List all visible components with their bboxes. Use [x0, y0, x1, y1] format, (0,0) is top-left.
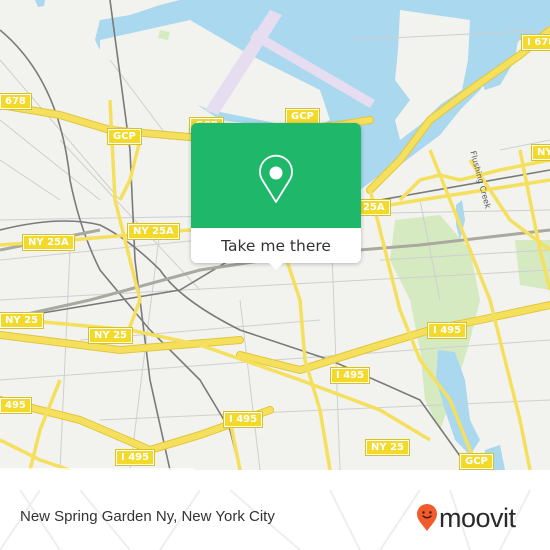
map-view[interactable]: I 678 678 GCP GCP GCP NY NY 25A NY 25A 2… [0, 0, 550, 470]
shield-i678-east: I 678 [520, 34, 550, 51]
brand-name: moovit [439, 502, 516, 533]
shield-i678-west: 678 [0, 93, 32, 110]
shield-25a-east: 25A [357, 199, 391, 216]
take-me-there-button[interactable]: Take me there [191, 228, 361, 263]
place-name: New Spring Garden Ny, New York City [20, 508, 275, 525]
location-pin-icon [259, 154, 293, 203]
shield-i495-center: I 495 [329, 367, 371, 384]
shield-ny25-center: NY 25 [87, 327, 134, 344]
destination-popup: Take me there [191, 123, 361, 270]
shield-ny25a-west: NY 25A [22, 234, 75, 251]
shield-gcp-southeast: GCP [459, 453, 494, 470]
shield-gcp-west: GCP [107, 128, 142, 145]
shield-i495-southwest: I 495 [222, 411, 264, 428]
shield-gcp-center: GCP [285, 108, 320, 125]
shield-i495-east: I 495 [426, 322, 468, 339]
popup-pointer [267, 261, 285, 270]
arterial-ns-8 [228, 419, 242, 470]
moovit-smiley-pin-icon [417, 504, 437, 531]
water-upper-left [35, 0, 45, 7]
moovit-logo[interactable]: moovit [416, 504, 516, 532]
shield-ny25a-center: NY 25A [127, 223, 180, 240]
popup-header [191, 123, 361, 228]
shield-495-west: 495 [0, 397, 32, 414]
map-attribution[interactable]: © OpenStreetMap contributors [0, 468, 195, 470]
arterial-ns-3 [278, 239, 332, 470]
shield-ny-east: NY [531, 144, 550, 161]
shield-i495-south: I 495 [114, 449, 156, 466]
footer-bar: New Spring Garden Ny, New York City moov… [0, 490, 550, 550]
shield-ny25-south: NY 25 [364, 439, 411, 456]
shield-ny25-west: NY 25 [0, 312, 45, 329]
